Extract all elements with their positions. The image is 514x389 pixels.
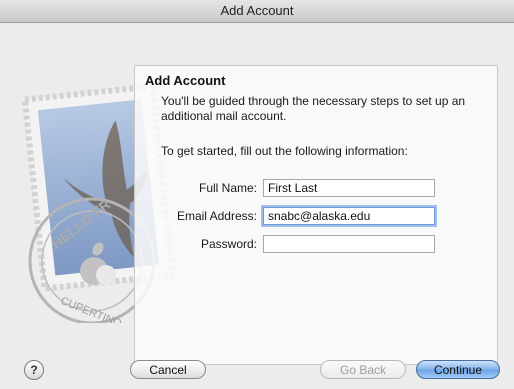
email-row: Email Address:: [135, 207, 499, 227]
full-name-field[interactable]: [263, 179, 435, 197]
full-name-row: Full Name:: [135, 179, 499, 199]
cancel-button[interactable]: Cancel: [130, 360, 206, 379]
go-back-button[interactable]: Go Back: [320, 360, 406, 379]
password-row: Password:: [135, 235, 499, 255]
panel-heading: Add Account: [145, 73, 226, 88]
email-label: Email Address:: [176, 209, 257, 223]
password-label: Password:: [200, 237, 257, 251]
window-body: HELLO FR CUPERTINO Add Account You'll be…: [0, 23, 514, 389]
window-title: Add Account: [220, 3, 294, 18]
full-name-label: Full Name:: [198, 181, 257, 195]
instruction-text: To get started, fill out the following i…: [161, 144, 408, 158]
window-titlebar: Add Account: [0, 0, 514, 23]
continue-button[interactable]: Continue: [416, 360, 500, 379]
help-button[interactable]: ?: [24, 360, 44, 380]
intro-text: You'll be guided through the necessary s…: [161, 94, 466, 123]
account-form-panel: Add Account You'll be guided through the…: [134, 65, 498, 365]
password-field[interactable]: [263, 235, 435, 253]
email-field[interactable]: [263, 207, 435, 225]
